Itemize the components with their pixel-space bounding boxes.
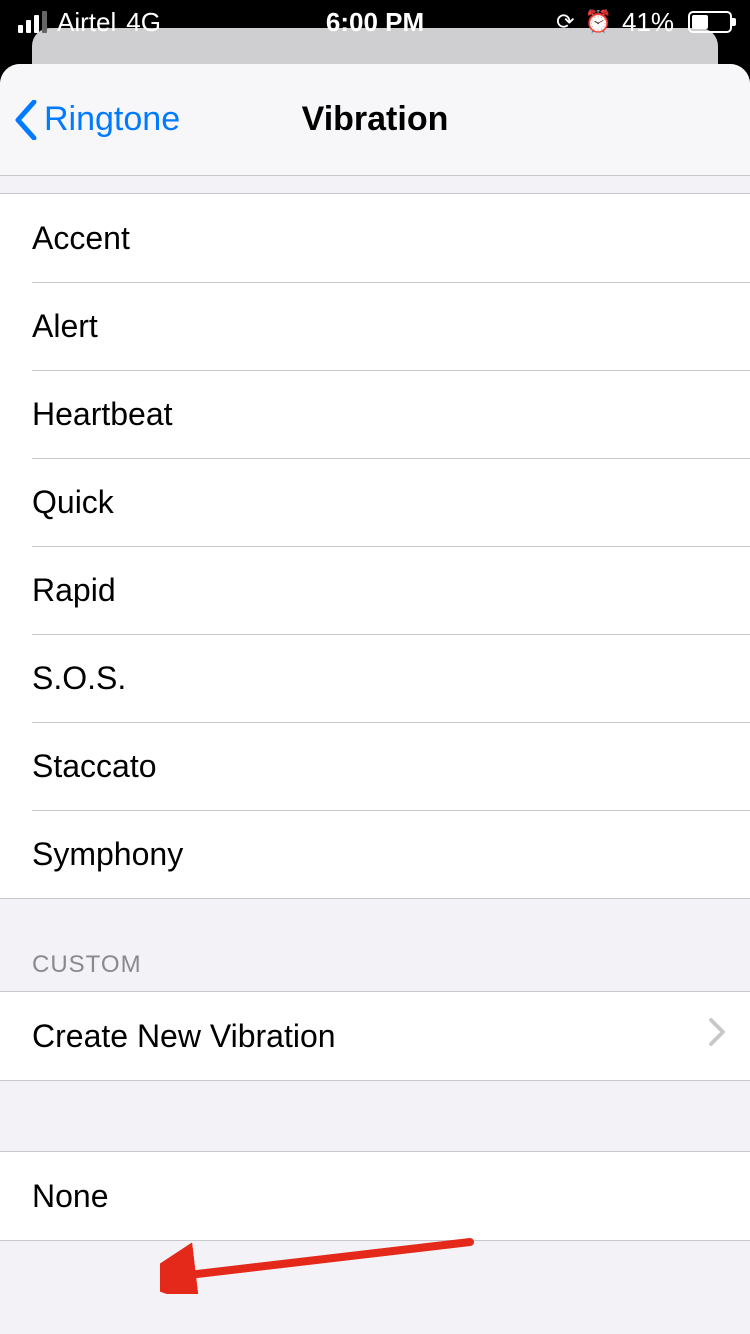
status-left: Airtel 4G	[18, 7, 161, 38]
vibration-row-alert[interactable]: Alert	[0, 282, 750, 370]
custom-section-header: CUSTOM	[0, 899, 750, 991]
battery-percent: 41%	[622, 7, 674, 38]
bottom-fill	[0, 1241, 750, 1334]
none-list: None	[0, 1151, 750, 1241]
signal-icon	[18, 11, 47, 33]
vibration-row-sos[interactable]: S.O.S.	[0, 634, 750, 722]
carrier-label: Airtel	[57, 7, 116, 38]
vibration-label: Quick	[32, 484, 114, 521]
vibration-row-quick[interactable]: Quick	[0, 458, 750, 546]
vibration-label: S.O.S.	[32, 660, 126, 697]
vibration-row-accent[interactable]: Accent	[0, 194, 750, 282]
custom-list: Create New Vibration	[0, 991, 750, 1081]
vibration-label: Staccato	[32, 748, 157, 785]
vibration-row-rapid[interactable]: Rapid	[0, 546, 750, 634]
vibration-row-heartbeat[interactable]: Heartbeat	[0, 370, 750, 458]
create-new-vibration-label: Create New Vibration	[32, 1018, 336, 1055]
vibration-label: Heartbeat	[32, 396, 173, 433]
network-label: 4G	[126, 7, 161, 38]
section-gap	[0, 176, 750, 194]
vibration-label: Alert	[32, 308, 98, 345]
standard-vibration-list: Accent Alert Heartbeat Quick Rapid S.O.S…	[0, 194, 750, 899]
status-right: ⟳ ⏰ 41%	[556, 7, 732, 38]
vibration-row-staccato[interactable]: Staccato	[0, 722, 750, 810]
chevron-left-icon	[14, 100, 38, 140]
section-gap	[0, 1081, 750, 1151]
battery-icon	[684, 11, 732, 33]
vibration-none-label: None	[32, 1178, 109, 1215]
vibration-row-symphony[interactable]: Symphony	[0, 810, 750, 898]
vibration-label: Accent	[32, 220, 130, 257]
vibration-label: Symphony	[32, 836, 183, 873]
back-label: Ringtone	[44, 100, 180, 139]
vibration-row-none[interactable]: None	[0, 1152, 750, 1240]
back-button[interactable]: Ringtone	[0, 100, 180, 140]
orientation-lock-icon: ⟳	[556, 9, 574, 35]
create-new-vibration-row[interactable]: Create New Vibration	[0, 992, 750, 1080]
chevron-right-icon	[708, 1017, 726, 1055]
nav-bar: Ringtone Vibration	[0, 64, 750, 176]
vibration-label: Rapid	[32, 572, 116, 609]
settings-sheet: Ringtone Vibration Accent Alert Heartbea…	[0, 64, 750, 1334]
alarm-icon: ⏰	[585, 9, 612, 35]
